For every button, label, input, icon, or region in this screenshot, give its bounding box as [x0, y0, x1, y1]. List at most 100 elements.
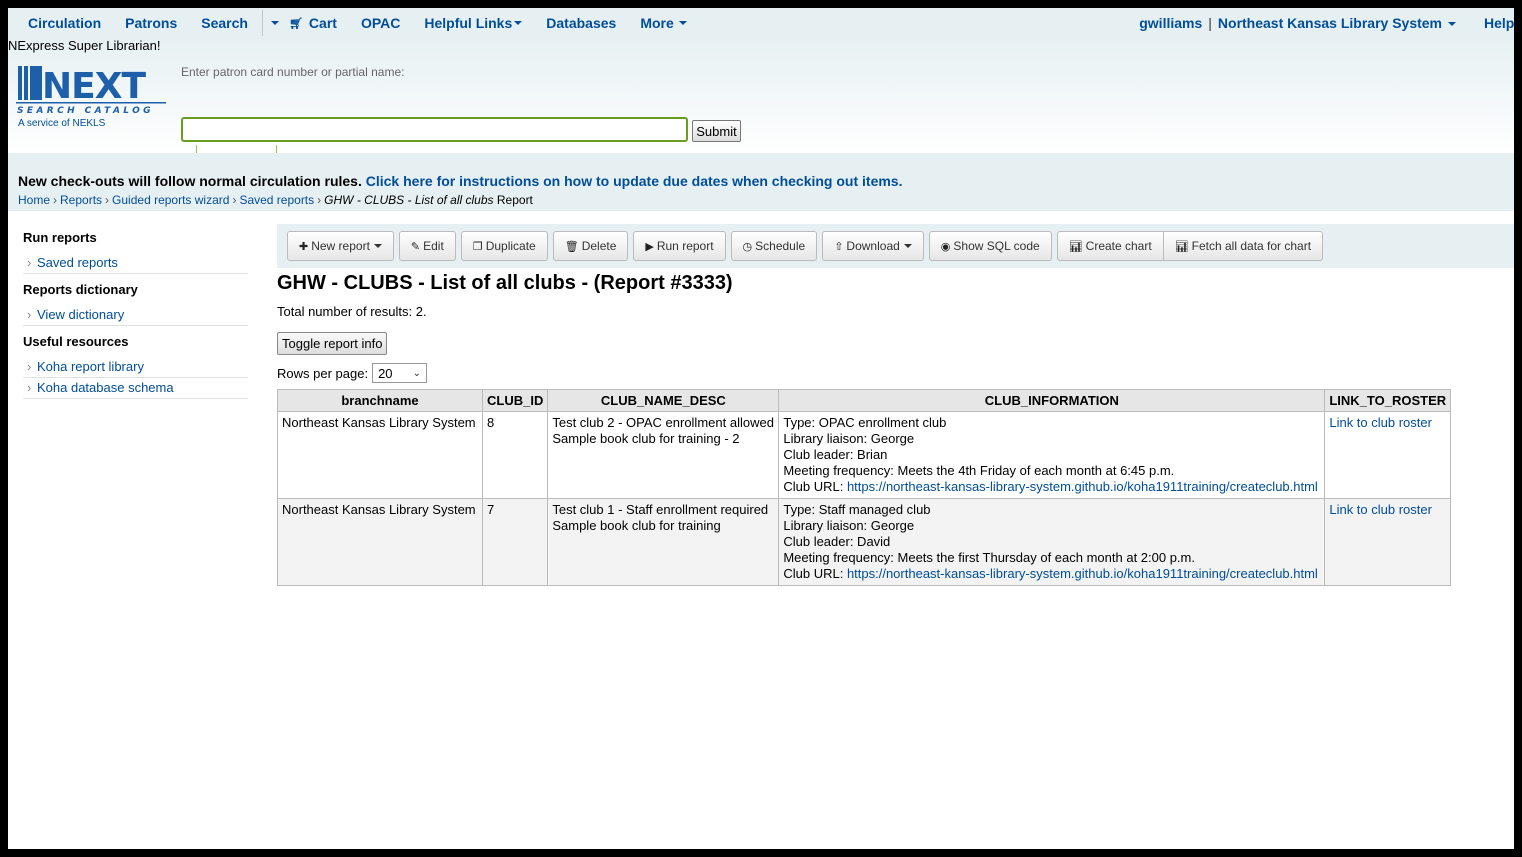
logo-tagline: A service of NEKLS	[18, 118, 106, 129]
logo-subtitle: SEARCH CATALOG	[17, 106, 154, 116]
nav-search[interactable]: Search	[189, 8, 260, 38]
club-description: Sample book club for training - 2	[552, 431, 740, 446]
duplicate-button[interactable]: ❐ Duplicate	[460, 231, 548, 261]
club-leader: Club leader: David	[783, 534, 891, 549]
club-url-line: Club URL: https://northeast-kansas-libra…	[783, 479, 1320, 495]
rows-per-page-select[interactable]: 20 ⌄	[372, 363, 428, 383]
trash-icon: 🗑︎	[564, 240, 579, 253]
patron-search-label: Enter patron card number or partial name…	[181, 65, 405, 79]
nav-helpful-links[interactable]: Helpful Links	[412, 8, 534, 38]
cell-branchname: Northeast Kansas Library System	[277, 411, 483, 499]
patron-card-input[interactable]	[181, 117, 688, 142]
club-name: Test club 1 - Staff enrollment required	[552, 502, 769, 517]
download-button[interactable]: ⇧ Download	[822, 231, 924, 261]
club-type: Type: Staff managed club	[783, 502, 931, 517]
delete-label: Delete	[581, 239, 617, 253]
breadcrumb-saved-reports[interactable]: Saved reports	[239, 193, 314, 207]
play-icon: ▶	[645, 240, 654, 253]
notice-message: New check-outs will follow normal circul…	[18, 173, 903, 189]
breadcrumb-separator: ›	[317, 193, 322, 207]
total-results: Total number of results: 2.	[277, 304, 427, 319]
page-title: GHW - CLUBS - List of all clubs - (Repor…	[277, 272, 733, 294]
fetch-all-data-button[interactable]: 📊︎ Fetch all data for chart	[1162, 231, 1324, 261]
club-roster-link[interactable]: Link to club roster	[1329, 415, 1432, 430]
nav-separator	[261, 10, 263, 36]
run-report-button[interactable]: ▶ Run report	[633, 231, 726, 261]
nav-patrons[interactable]: Patrons	[113, 8, 189, 38]
club-url-line: Club URL: https://northeast-kansas-libra…	[783, 566, 1320, 582]
sidebar-heading-run-reports: Run reports	[23, 230, 97, 245]
column-header-club-id[interactable]: CLUB_ID	[481, 389, 549, 412]
column-header-club-information[interactable]: CLUB_INFORMATION	[778, 389, 1326, 412]
club-roster-link[interactable]: Link to club roster	[1329, 502, 1432, 517]
column-header-link-to-roster[interactable]: LINK_TO_ROSTER	[1324, 389, 1452, 412]
cell-club-information: Type: OPAC enrollment club Library liais…	[778, 411, 1326, 499]
sidebar-item-view-dictionary[interactable]: View dictionary	[23, 305, 248, 326]
nav-cart[interactable]: 🛒︎ Cart	[285, 8, 349, 38]
header-area: NExpress Super Librarian! NEXT SEARCH CA…	[8, 38, 1514, 172]
club-meeting-frequency: Meeting frequency: Meets the 4th Friday …	[783, 463, 1175, 478]
breadcrumb-separator: ›	[232, 193, 237, 207]
edit-button[interactable]: ✎ Edit	[398, 231, 456, 261]
rows-per-page-value: 20	[378, 365, 393, 381]
schedule-button[interactable]: ◷ Schedule	[730, 231, 818, 261]
nav-more[interactable]: More	[628, 8, 698, 38]
column-header-branchname[interactable]: branchname	[277, 389, 483, 412]
library-greeting: NExpress Super Librarian!	[8, 38, 161, 53]
sidebar-item-koha-database-schema[interactable]: Koha database schema	[23, 378, 248, 399]
cell-club-id: 8	[481, 411, 549, 499]
nav-circulation[interactable]: Circulation	[16, 8, 113, 38]
help-link[interactable]: Help	[1484, 15, 1514, 31]
nav-databases[interactable]: Databases	[534, 8, 628, 38]
show-sql-button[interactable]: ◉ Show SQL code	[928, 231, 1052, 261]
column-header-club-name-desc[interactable]: CLUB_NAME_DESC	[547, 389, 780, 412]
new-report-button[interactable]: ✚ New report	[287, 231, 394, 261]
notice-banner: New check-outs will follow normal circul…	[8, 153, 1514, 211]
create-chart-button[interactable]: 📊︎ Create chart	[1056, 231, 1164, 261]
bar-chart-icon: 📊︎	[1068, 240, 1083, 253]
submit-button[interactable]: Submit	[692, 120, 741, 142]
upload-icon: ⇧	[834, 240, 844, 253]
club-leader: Club leader: Brian	[783, 447, 888, 462]
breadcrumb-home[interactable]: Home	[18, 193, 50, 207]
nav-search-dropdown-toggle[interactable]	[265, 8, 285, 38]
show-sql-label: Show SQL code	[953, 239, 1040, 253]
cell-club-information: Type: Staff managed club Library liaison…	[778, 498, 1326, 586]
chevron-down-icon	[903, 244, 912, 248]
duplicate-label: Duplicate	[485, 239, 536, 253]
breadcrumb-current-suffix: Report	[496, 193, 533, 207]
club-url-link[interactable]: https://northeast-kansas-library-system.…	[847, 566, 1318, 581]
breadcrumb-guided-reports[interactable]: Guided reports wizard	[112, 193, 229, 207]
delete-button[interactable]: 🗑︎ Delete	[552, 231, 629, 261]
chevron-down-icon	[514, 21, 523, 25]
chevron-down-icon	[373, 244, 382, 248]
edit-label: Edit	[423, 239, 444, 253]
sidebar-item-koha-report-library[interactable]: Koha report library	[23, 357, 248, 378]
cell-club-name-desc: Test club 1 - Staff enrollment required …	[547, 498, 780, 586]
nav-helpful-links-label: Helpful Links	[424, 15, 513, 31]
breadcrumb-reports[interactable]: Reports	[60, 193, 102, 207]
club-name: Test club 2 - OPAC enrollment allowed	[552, 415, 774, 430]
run-report-label: Run report	[656, 239, 714, 253]
cell-club-id: 7	[481, 498, 549, 586]
logged-in-user[interactable]: gwilliams	[1139, 15, 1202, 31]
club-url-label: Club URL:	[783, 479, 844, 494]
nav-opac[interactable]: OPAC	[349, 8, 412, 38]
copy-icon: ❐	[472, 240, 483, 253]
notice-instructions-link[interactable]: Click here for instructions on how to up…	[366, 173, 903, 189]
toggle-report-info-button[interactable]: Toggle report info	[277, 332, 388, 355]
club-meeting-frequency: Meeting frequency: Meets the first Thurs…	[783, 550, 1195, 565]
bar-chart-icon: 📊︎	[1174, 240, 1189, 253]
cell-club-name-desc: Test club 2 - OPAC enrollment allowed Sa…	[547, 411, 780, 499]
plus-icon: ✚	[299, 240, 309, 253]
download-label: Download	[846, 239, 900, 253]
club-url-link[interactable]: https://northeast-kansas-library-system.…	[847, 479, 1318, 494]
rows-per-page-label: Rows per page:	[277, 365, 369, 381]
cell-link-to-roster: Link to club roster	[1324, 411, 1452, 499]
logged-in-branch[interactable]: Northeast Kansas Library System	[1218, 15, 1456, 31]
eye-icon: ◉	[940, 240, 951, 253]
top-navigation-bar: Circulation Patrons Search 🛒︎ Cart OPAC …	[8, 8, 1514, 38]
sidebar-item-saved-reports[interactable]: Saved reports	[23, 253, 248, 274]
schedule-label: Schedule	[755, 239, 806, 253]
branch-label: Northeast Kansas Library System	[1217, 15, 1442, 31]
